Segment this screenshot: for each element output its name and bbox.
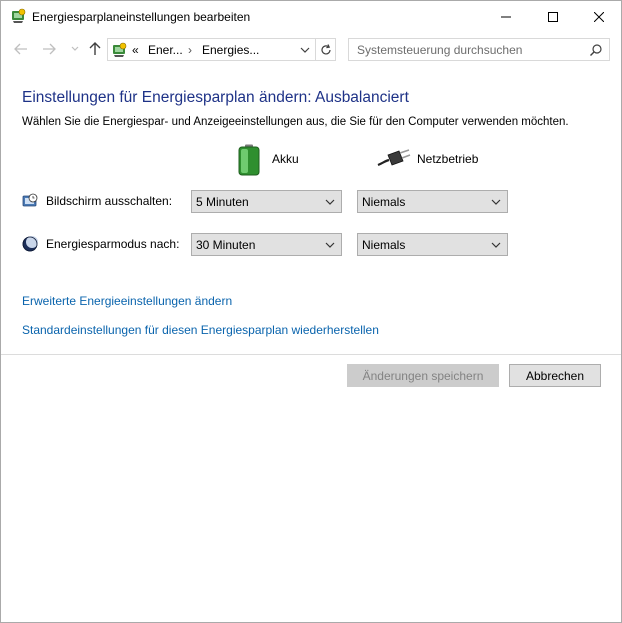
display-off-plugged-select[interactable]: Niemals (357, 190, 508, 213)
address-dropdown-icon[interactable] (298, 43, 312, 57)
save-changes-button[interactable]: Änderungen speichern (347, 364, 499, 387)
window-title: Energiesparplaneinstellungen bearbeiten (32, 10, 251, 24)
plugged-in-column-label: Netzbetrieb (417, 152, 479, 166)
address-bar[interactable]: « Ener... › Energies... (107, 38, 316, 61)
arrow-right-icon (43, 43, 56, 55)
sleep-after-plugged-select[interactable]: Niemals (357, 233, 508, 256)
title-bar: Energiesparplaneinstellungen bearbeiten (1, 1, 621, 32)
advanced-settings-link[interactable]: Erweiterte Energieeinstellungen ändern (22, 294, 232, 308)
breadcrumb-separator[interactable]: › (188, 43, 192, 57)
page-subtitle: Wählen Sie die Energiespar- und Anzeigee… (22, 116, 569, 128)
select-value: Niemals (362, 238, 406, 252)
minimize-icon (501, 16, 511, 17)
select-value: 5 Minuten (196, 195, 249, 209)
search-box[interactable] (348, 38, 610, 61)
search-icon[interactable] (589, 43, 603, 57)
arrow-left-icon (14, 43, 27, 55)
maximize-icon (548, 11, 558, 22)
restore-defaults-link[interactable]: Standardeinstellungen für diesen Energie… (22, 323, 379, 337)
breadcrumb-item[interactable]: Energies... (202, 43, 259, 57)
power-plan-settings-window: Energiesparplaneinstellungen bearbeiten (0, 0, 622, 623)
breadcrumb-overflow[interactable]: « (132, 43, 139, 57)
sleep-after-battery-select[interactable]: 30 Minuten (191, 233, 342, 256)
chevron-down-icon (324, 239, 336, 251)
power-plug-icon (377, 149, 411, 172)
arrow-up-icon (89, 42, 101, 55)
power-options-icon (10, 8, 26, 24)
refresh-icon (320, 43, 331, 54)
display-off-battery-select[interactable]: 5 Minuten (191, 190, 342, 213)
maximize-button[interactable] (530, 1, 576, 32)
sleep-after-label: Energiesparmodus nach: (46, 237, 180, 251)
display-clock-icon (22, 193, 38, 209)
chevron-down-icon (490, 239, 502, 251)
close-icon (594, 11, 604, 22)
divider (1, 354, 621, 355)
navigation-bar: « Ener... › Energies... (1, 32, 621, 66)
back-button[interactable] (11, 39, 31, 59)
battery-icon (238, 144, 260, 179)
display-off-label: Bildschirm ausschalten: (46, 194, 173, 208)
sleep-moon-icon (22, 236, 38, 252)
forward-button[interactable] (39, 39, 59, 59)
chevron-down-icon (71, 46, 79, 51)
up-button[interactable] (85, 39, 105, 59)
select-value: Niemals (362, 195, 406, 209)
control-panel-icon (111, 42, 127, 58)
close-button[interactable] (576, 1, 622, 32)
breadcrumb-item[interactable]: Ener... (148, 43, 183, 57)
chevron-down-icon (490, 196, 502, 208)
minimize-button[interactable] (483, 1, 529, 32)
cancel-button[interactable]: Abbrechen (509, 364, 601, 387)
recent-locations-button[interactable] (65, 39, 85, 59)
battery-column-label: Akku (272, 152, 299, 166)
refresh-button[interactable] (316, 38, 336, 61)
page-title: Einstellungen für Energiesparplan ändern… (22, 89, 409, 106)
chevron-down-icon (324, 196, 336, 208)
select-value: 30 Minuten (196, 238, 256, 252)
search-input[interactable] (357, 43, 587, 57)
